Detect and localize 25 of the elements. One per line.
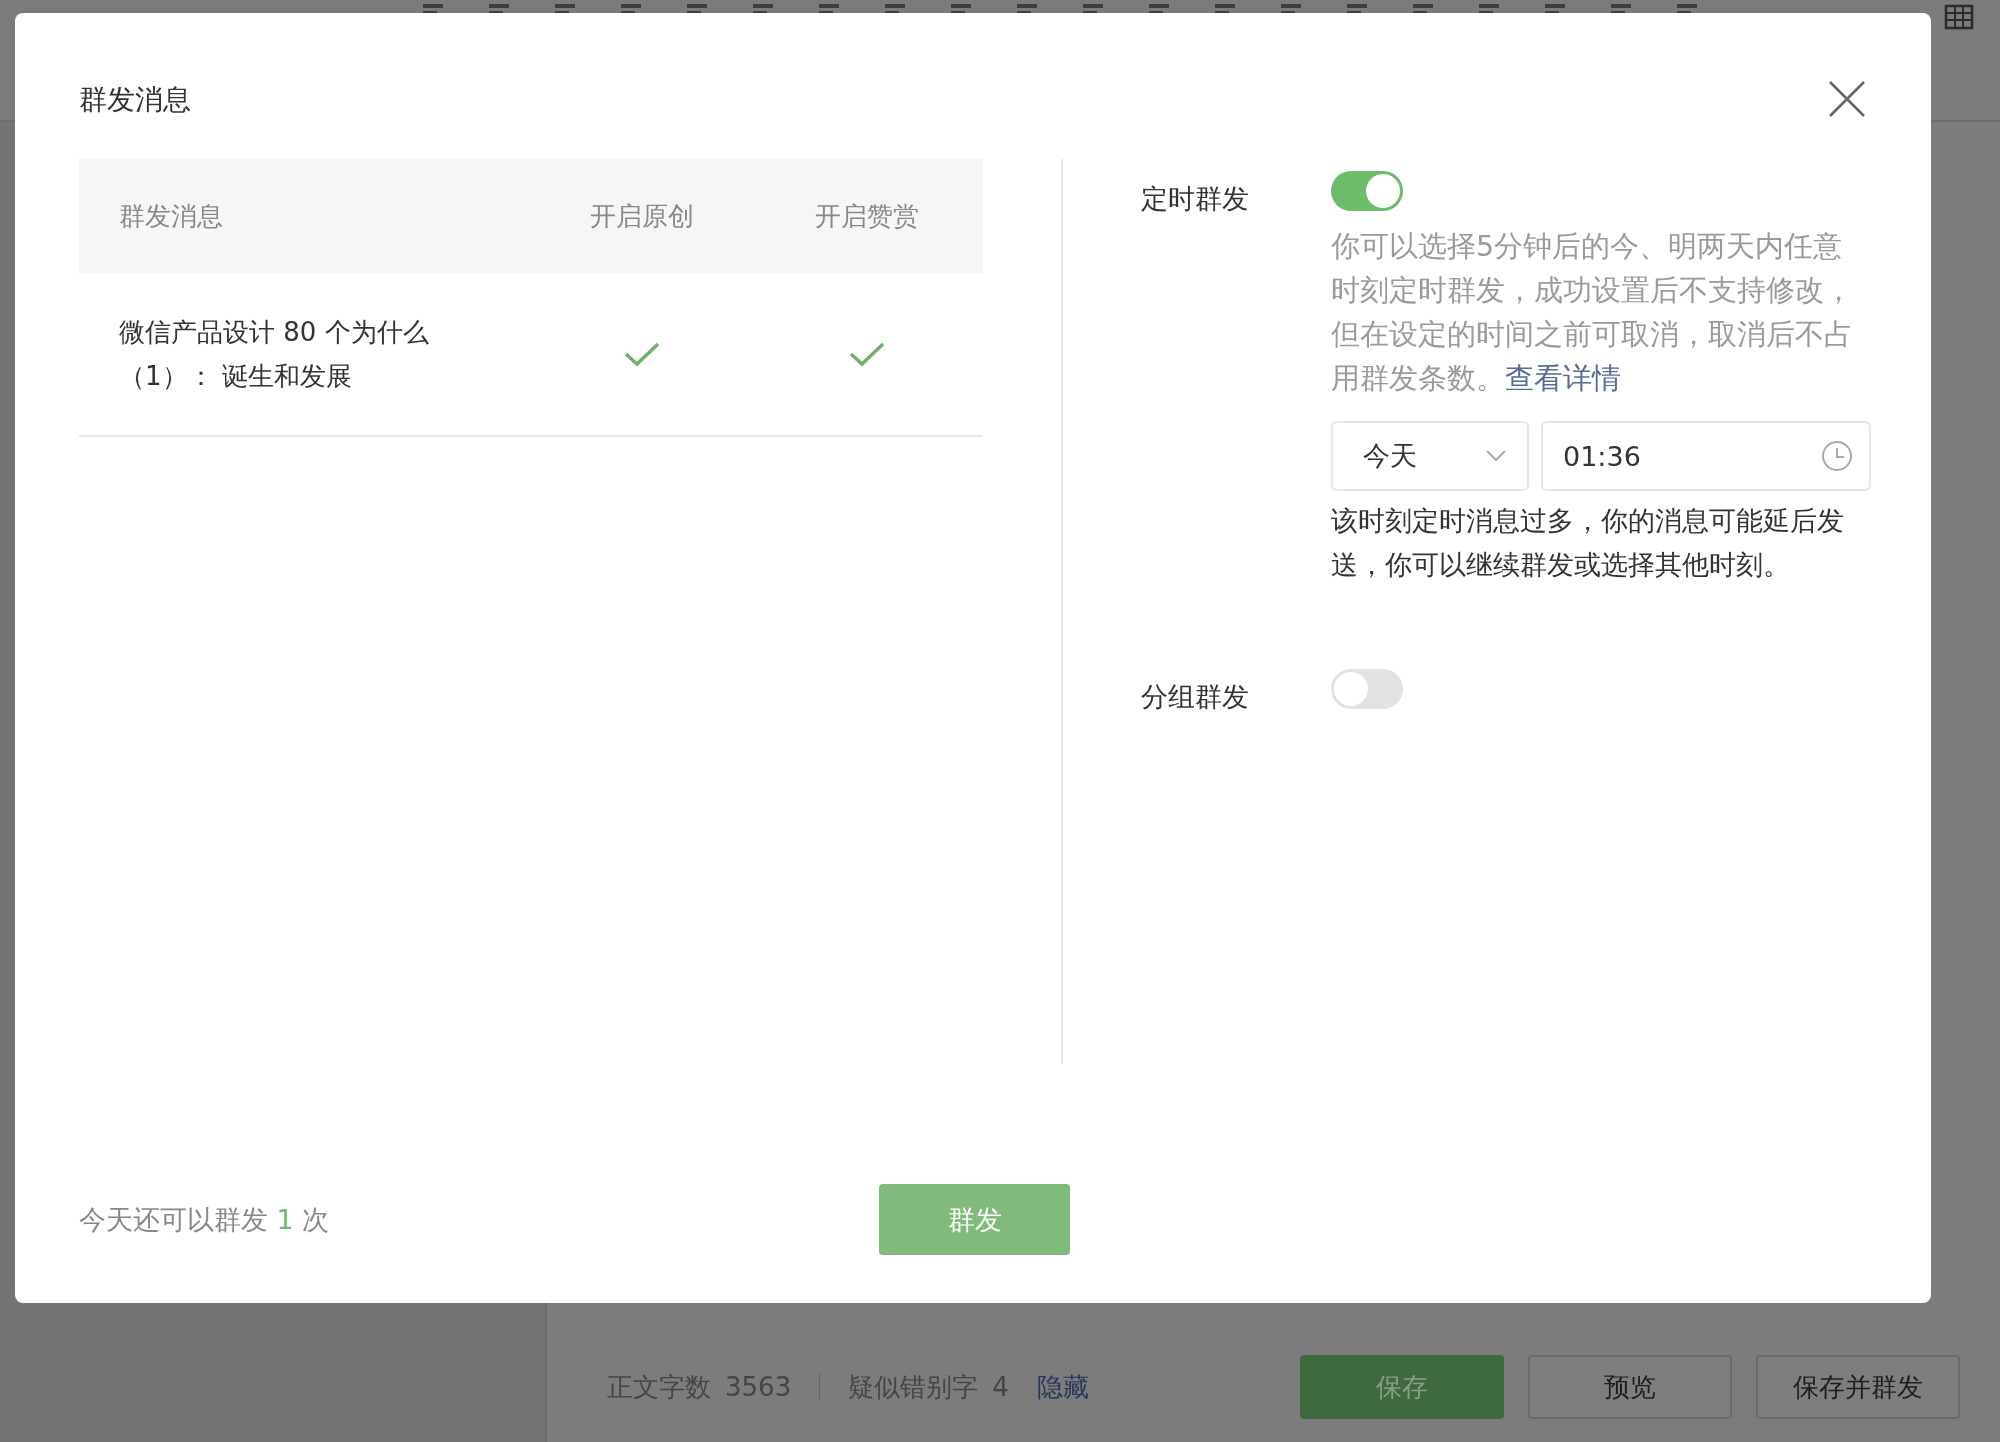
time-field[interactable]: 01:36 <box>1541 421 1871 491</box>
table-icon[interactable] <box>1944 4 1974 30</box>
clock-icon <box>1821 440 1853 472</box>
toggle-switch[interactable] <box>1331 669 1403 709</box>
save-button[interactable]: 保存 <box>1300 1355 1504 1419</box>
column-header: 开启原创 <box>588 199 695 233</box>
date-dropdown[interactable]: 今天 <box>1331 421 1529 491</box>
editor-button[interactable]: 预览 <box>1528 1355 1732 1419</box>
warning-text: 该时刻定时消息过多，你的消息可能延后发送，你可以继续群发或选择其他时刻。 <box>1331 504 1845 582</box>
close-icon[interactable] <box>1827 79 1867 119</box>
send-button[interactable]: 群发 <box>879 1184 1070 1255</box>
toggle-switch[interactable] <box>1331 171 1403 211</box>
hide-link[interactable]: 隐藏 <box>1036 1369 1089 1405</box>
setting-label: 分组群发 <box>1141 680 1250 714</box>
chevron-down-icon <box>1485 449 1507 463</box>
column-header: 群发消息 <box>118 199 224 233</box>
column-header: 开启赞赏 <box>813 199 920 233</box>
word-count: 3563 <box>725 1372 792 1402</box>
details-link[interactable]: 查看详情 <box>1505 362 1621 395</box>
editor-button[interactable]: 保存并群发 <box>1756 1355 1960 1419</box>
dialog-title: 群发消息 <box>79 82 191 118</box>
setting-label: 定时群发 <box>1141 182 1250 216</box>
article-title: 微信产品设计 80 个为什么（1）： 诞生和发展 <box>118 316 430 393</box>
description-text: 你可以选择5分钟后的今、明两天内任意时刻定时群发，成功设置后不支持修改，但在设定的时间之前可取消，取消后不占用群发条数。查看详情 <box>1331 229 1854 397</box>
quota-text: 今天还可以群发 1 次 <box>79 1202 331 1237</box>
